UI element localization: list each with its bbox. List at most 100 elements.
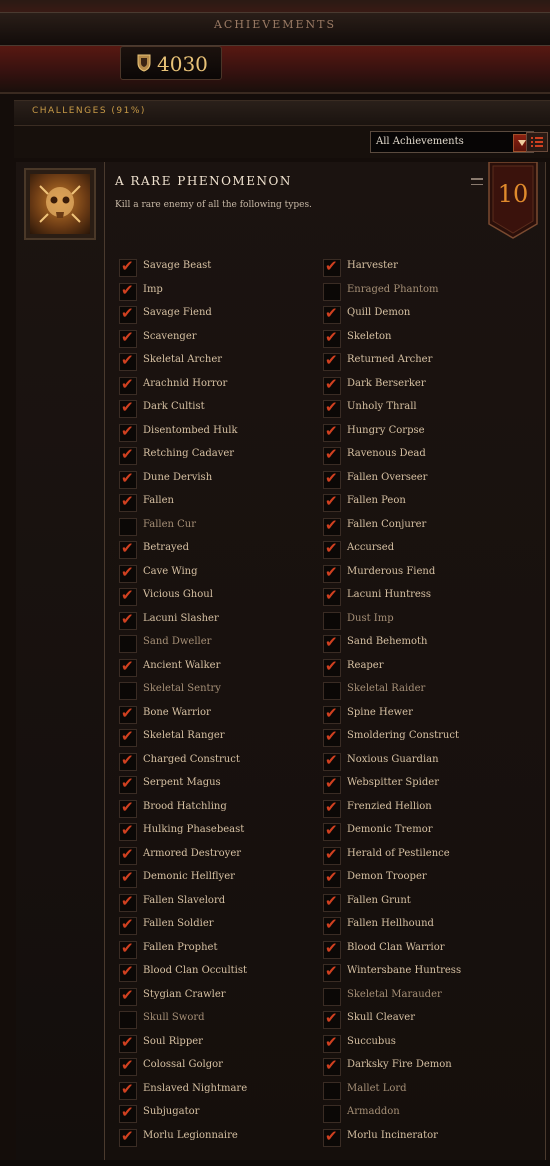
checkmark-icon: ✔	[325, 492, 338, 510]
criteria-item: ✔ Fallen Conjurer	[323, 516, 523, 537]
checkmark-icon: ✔	[325, 633, 338, 651]
checked-box-icon: ✔	[323, 422, 341, 442]
unchecked-box-icon	[119, 518, 137, 536]
criteria-item: ✔ Spine Hewer	[323, 704, 523, 725]
challenges-bar[interactable]: CHALLENGES (91%)	[14, 100, 550, 126]
checkmark-icon: ✔	[325, 1009, 338, 1027]
unchecked-box-icon	[323, 283, 341, 301]
checkmark-icon: ✔	[325, 751, 338, 769]
window-title: ACHIEVEMENTS	[213, 18, 337, 31]
checkmark-icon: ✔	[121, 1080, 134, 1098]
skull-emblem-icon	[30, 174, 90, 234]
criteria-label: Skull Sword	[143, 1012, 205, 1023]
criteria-label: Demon Trooper	[347, 871, 427, 882]
unchecked-box-icon	[323, 612, 341, 630]
criteria-item: ✔ Charged Construct	[119, 751, 319, 772]
criteria-label: Serpent Magus	[143, 777, 221, 788]
checked-box-icon: ✔	[119, 281, 137, 301]
criteria-item: ✔ Fallen	[119, 492, 319, 513]
checkmark-icon: ✔	[121, 751, 134, 769]
checked-box-icon: ✔	[119, 1103, 137, 1123]
criteria-label: Retching Cadaver	[143, 448, 235, 459]
checkmark-icon: ✔	[121, 445, 134, 463]
checked-box-icon: ✔	[323, 633, 341, 653]
criteria-label: Webspitter Spider	[347, 777, 439, 788]
criteria-item: ✔ Reaper	[323, 657, 523, 678]
criteria-item: ✔ Accursed	[323, 539, 523, 560]
criteria-label: Fallen Hellhound	[347, 918, 434, 929]
criteria-item: ✔ Betrayed	[119, 539, 319, 560]
checked-box-icon: ✔	[119, 445, 137, 465]
checkmark-icon: ✔	[325, 351, 338, 369]
criteria-label: Brood Hatchling	[143, 801, 227, 812]
checked-box-icon: ✔	[119, 986, 137, 1006]
criteria-label: Skeletal Sentry	[143, 683, 221, 694]
checkmark-icon: ✔	[325, 563, 338, 581]
achievement-filter-dropdown[interactable]: All Achievements	[370, 131, 534, 153]
criteria-item: ✔ Savage Fiend	[119, 304, 319, 325]
criteria-item: ✔ Soul Ripper	[119, 1033, 319, 1054]
criteria-item: Sand Dweller	[119, 634, 319, 654]
checked-box-icon: ✔	[119, 469, 137, 489]
unchecked-box-icon	[323, 682, 341, 700]
checked-box-icon: ✔	[323, 563, 341, 583]
criteria-label: Wintersbane Huntress	[347, 965, 462, 976]
checkmark-icon: ✔	[325, 657, 338, 675]
criteria-label: Blood Clan Warrior	[347, 942, 445, 953]
criteria-label: Murderous Fiend	[347, 566, 436, 577]
checked-box-icon: ✔	[323, 516, 341, 536]
checkmark-icon: ✔	[325, 962, 338, 980]
checked-box-icon: ✔	[119, 1056, 137, 1076]
checked-box-icon: ✔	[323, 351, 341, 371]
achievement-point-value: 10	[497, 180, 529, 208]
criteria-label: Fallen Conjurer	[347, 519, 427, 530]
criteria-item: Skeletal Marauder	[323, 987, 523, 1007]
criteria-item: Dust Imp	[323, 611, 523, 631]
pin-icon[interactable]	[471, 178, 483, 185]
criteria-label: Fallen Cur	[143, 519, 197, 530]
checked-box-icon: ✔	[119, 1127, 137, 1147]
criteria-item: ✔ Wintersbane Huntress	[323, 962, 523, 983]
checkmark-icon: ✔	[121, 422, 134, 440]
checkmark-icon: ✔	[121, 892, 134, 910]
criteria-item: ✔ Morlu Legionnaire	[119, 1127, 319, 1148]
criteria-label: Dark Berserker	[347, 378, 426, 389]
criteria-label: Dust Imp	[347, 613, 394, 624]
checkmark-icon: ✔	[121, 704, 134, 722]
checkmark-icon: ✔	[121, 1056, 134, 1074]
list-view-icon[interactable]	[526, 132, 548, 152]
checkmark-icon: ✔	[121, 328, 134, 346]
checked-box-icon: ✔	[119, 727, 137, 747]
criteria-label: Darksky Fire Demon	[347, 1059, 452, 1070]
checked-box-icon: ✔	[119, 375, 137, 395]
checkmark-icon: ✔	[325, 257, 338, 275]
criteria-label: Fallen Overseer	[347, 472, 428, 483]
criteria-item: Skeletal Raider	[323, 681, 523, 701]
criteria-label: Savage Fiend	[143, 307, 212, 318]
checked-box-icon: ✔	[323, 304, 341, 324]
criteria-label: Savage Beast	[143, 260, 212, 271]
criteria-item: ✔ Dune Dervish	[119, 469, 319, 490]
criteria-label: Smoldering Construct	[347, 730, 459, 741]
criteria-label: Armored Destroyer	[143, 848, 242, 859]
criteria-item: ✔ Smoldering Construct	[323, 727, 523, 748]
criteria-item: ✔ Fallen Grunt	[323, 892, 523, 913]
achievement-description: Kill a rare enemy of all the following t…	[115, 200, 312, 210]
criteria-label: Skeleton	[347, 331, 392, 342]
checkmark-icon: ✔	[121, 610, 134, 628]
criteria-label: Demonic Hellflyer	[143, 871, 235, 882]
unchecked-box-icon	[119, 682, 137, 700]
checkmark-icon: ✔	[121, 657, 134, 675]
criteria-item: Fallen Cur	[119, 517, 319, 537]
checked-box-icon: ✔	[323, 492, 341, 512]
checkmark-icon: ✔	[121, 962, 134, 980]
checkmark-icon: ✔	[121, 563, 134, 581]
criteria-item: Armaddon	[323, 1104, 523, 1124]
checked-box-icon: ✔	[119, 304, 137, 324]
checked-box-icon: ✔	[323, 657, 341, 677]
criteria-label: Fallen Slavelord	[143, 895, 226, 906]
checkmark-icon: ✔	[325, 727, 338, 745]
checkmark-icon: ✔	[325, 939, 338, 957]
criteria-label: Lacuni Slasher	[143, 613, 219, 624]
checkmark-icon: ✔	[325, 704, 338, 722]
